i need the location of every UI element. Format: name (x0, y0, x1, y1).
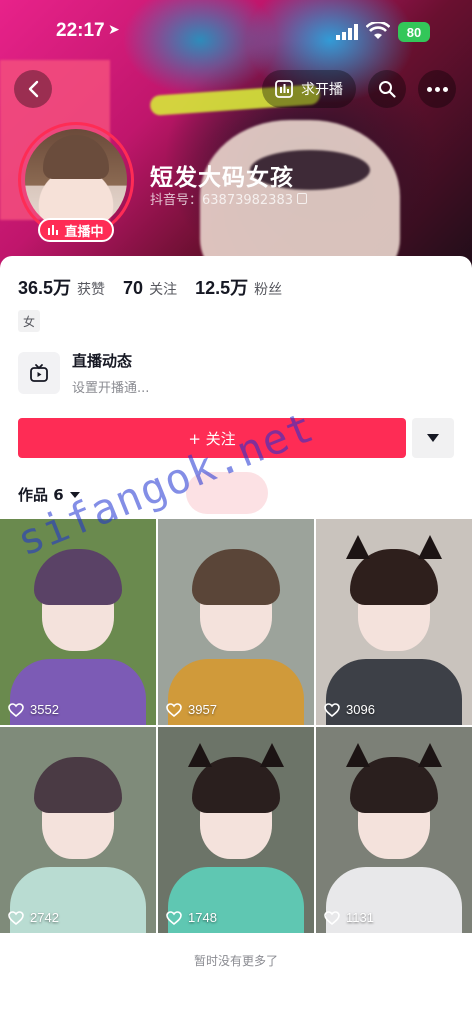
live-badge-label: 直播中 (64, 224, 104, 240)
recommend-dropdown-button[interactable] (412, 418, 454, 458)
video-thumbnail[interactable]: 2742 (0, 727, 156, 933)
like-count: 1131 (346, 910, 374, 925)
like-count: 3552 (30, 702, 59, 717)
stat-label: 获赞 (77, 282, 106, 298)
avatar-image (25, 129, 127, 231)
end-of-list-text: 暂时没有更多了 (193, 954, 278, 968)
live-chart-icon (275, 80, 293, 98)
more-dot-icon (426, 86, 432, 92)
stat-followers[interactable]: 12.5万 粉丝 (195, 274, 282, 300)
heart-icon (8, 702, 24, 717)
heart-icon (166, 702, 182, 717)
heart-icon (8, 910, 24, 925)
more-button[interactable] (418, 70, 456, 108)
cat-ears-filter (346, 535, 442, 565)
battery-level: 80 (406, 24, 422, 40)
battery-icon: 80 (398, 22, 430, 42)
heart-icon (324, 702, 340, 717)
video-thumbnail[interactable]: 3096 (316, 519, 472, 725)
douyin-id[interactable]: 抖音号：63873982383 (150, 189, 307, 208)
video-like-count: 2742 (8, 910, 59, 925)
video-like-count: 1131 (324, 910, 374, 925)
search-button[interactable] (368, 70, 406, 108)
like-count: 1748 (188, 910, 217, 925)
live-dynamic-text: 直播动态 设置开播通... (72, 350, 149, 396)
like-count: 3957 (188, 702, 217, 717)
caret-down-icon (427, 434, 439, 442)
video-like-count: 3552 (8, 702, 59, 717)
status-time: 22:17 (56, 20, 105, 41)
live-dynamic-entry[interactable]: 直播动态 设置开播通... (18, 350, 149, 396)
signal-icon (336, 24, 358, 40)
live-dynamic-subtitle: 设置开播通... (72, 381, 150, 396)
back-button[interactable] (14, 70, 52, 108)
profile-content: 36.5万 获赞 70 关注 12.5万 粉丝 女 直播动态 设置开播通... … (0, 256, 472, 1024)
status-bar: 22:17 ➤ 80 (0, 14, 472, 50)
location-arrow-icon: ➤ (108, 22, 120, 38)
gender-tag: 女 (18, 310, 40, 332)
tv-icon (18, 352, 60, 394)
request-live-label: 求开播 (301, 82, 343, 98)
request-live-button[interactable]: 求开播 (262, 70, 356, 108)
stat-following[interactable]: 70 关注 (123, 278, 177, 299)
heart-icon (324, 910, 340, 925)
video-thumbnail[interactable]: 1748 (158, 727, 314, 933)
stat-value: 12.5万 (195, 278, 249, 298)
video-thumbnail[interactable]: 3957 (158, 519, 314, 725)
stat-label: 关注 (149, 282, 178, 298)
chevron-left-icon (28, 80, 39, 98)
more-dot-icon (442, 86, 448, 92)
like-count: 3096 (346, 702, 375, 717)
live-dynamic-title: 直播动态 (72, 352, 133, 370)
video-like-count: 3096 (324, 702, 375, 717)
search-icon (379, 81, 396, 98)
cat-ears-filter (346, 743, 442, 773)
avatar-hair-shape (43, 135, 109, 179)
profile-stats: 36.5万 获赞 70 关注 12.5万 粉丝 (18, 274, 282, 300)
stat-value: 70 (123, 278, 144, 298)
video-thumbnail[interactable]: 1131 (316, 727, 472, 933)
live-badge[interactable]: 直播中 (38, 218, 114, 242)
video-like-count: 1748 (166, 910, 217, 925)
stat-label: 粉丝 (254, 282, 283, 298)
copy-icon[interactable] (296, 193, 307, 204)
cat-ears-filter (188, 743, 284, 773)
stat-likes: 36.5万 获赞 (18, 274, 105, 300)
stat-value: 36.5万 (18, 278, 72, 298)
more-dot-icon (434, 86, 440, 92)
douyin-id-text: 抖音号：63873982383 (150, 193, 293, 208)
video-grid: 3552 3957 3096 2742 1748 1131 (0, 519, 472, 933)
profile-name: 短发大码女孩 (150, 165, 294, 191)
live-bars-icon (48, 225, 59, 235)
heart-icon (166, 910, 182, 925)
like-count: 2742 (30, 910, 59, 925)
wifi-icon (366, 22, 390, 39)
video-like-count: 3957 (166, 702, 217, 717)
